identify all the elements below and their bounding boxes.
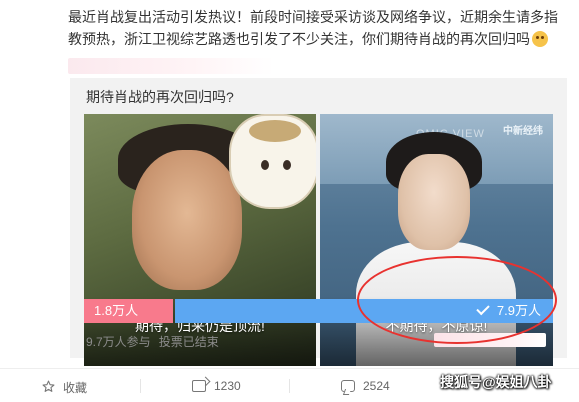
sticker-eye [261, 160, 269, 170]
comment-count: 2524 [363, 379, 390, 393]
poll-ended-status: 投票已结束 [158, 335, 219, 349]
source-watermark: 搜狐号@娱姐八卦 [440, 374, 552, 390]
annotation-circle [357, 256, 557, 344]
post-text: 最近肖战复出活动引发热议！前段时间接受采访谈及网络争议，近期余生请多指教预热，浙… [68, 9, 558, 47]
sticker-eye [283, 160, 291, 170]
option-a-photo-face [132, 150, 242, 290]
share-count: 1230 [214, 379, 241, 393]
option-b-photo-logo: 中新经纬 [503, 126, 543, 137]
blurred-link [68, 58, 274, 74]
sticker-hat [249, 120, 301, 142]
favorite-label: 收藏 [63, 381, 88, 395]
vote-bar-option-a: 1.8万人 [84, 299, 173, 323]
poll-option-a[interactable]: 期待，归来仍是顶流! [84, 114, 316, 366]
poll-title: 期待肖战的再次回归吗? [86, 89, 234, 105]
comment-button[interactable]: 2524 [341, 379, 390, 393]
post-text-block: 最近肖战复出活动引发热议！前段时间接受采访谈及网络争议，近期余生请多指教预热，浙… [68, 6, 568, 50]
sheep-sticker-image [229, 114, 316, 209]
favorite-button[interactable]: 收藏 [42, 379, 87, 396]
star-icon [42, 380, 55, 396]
share-icon [192, 380, 206, 392]
comment-icon [341, 380, 355, 392]
action-divider [289, 379, 290, 393]
action-divider [140, 379, 141, 393]
embarrassed-emoji-icon [532, 31, 548, 47]
option-b-photo-face [398, 154, 470, 250]
option-a-votes: 1.8万人 [94, 303, 139, 318]
share-button[interactable]: 1230 [192, 379, 241, 393]
poll-status: 9.7万人参与 投票已结束 [86, 333, 219, 350]
poll-participants: 9.7万人参与 [86, 335, 151, 349]
divider [0, 368, 579, 369]
